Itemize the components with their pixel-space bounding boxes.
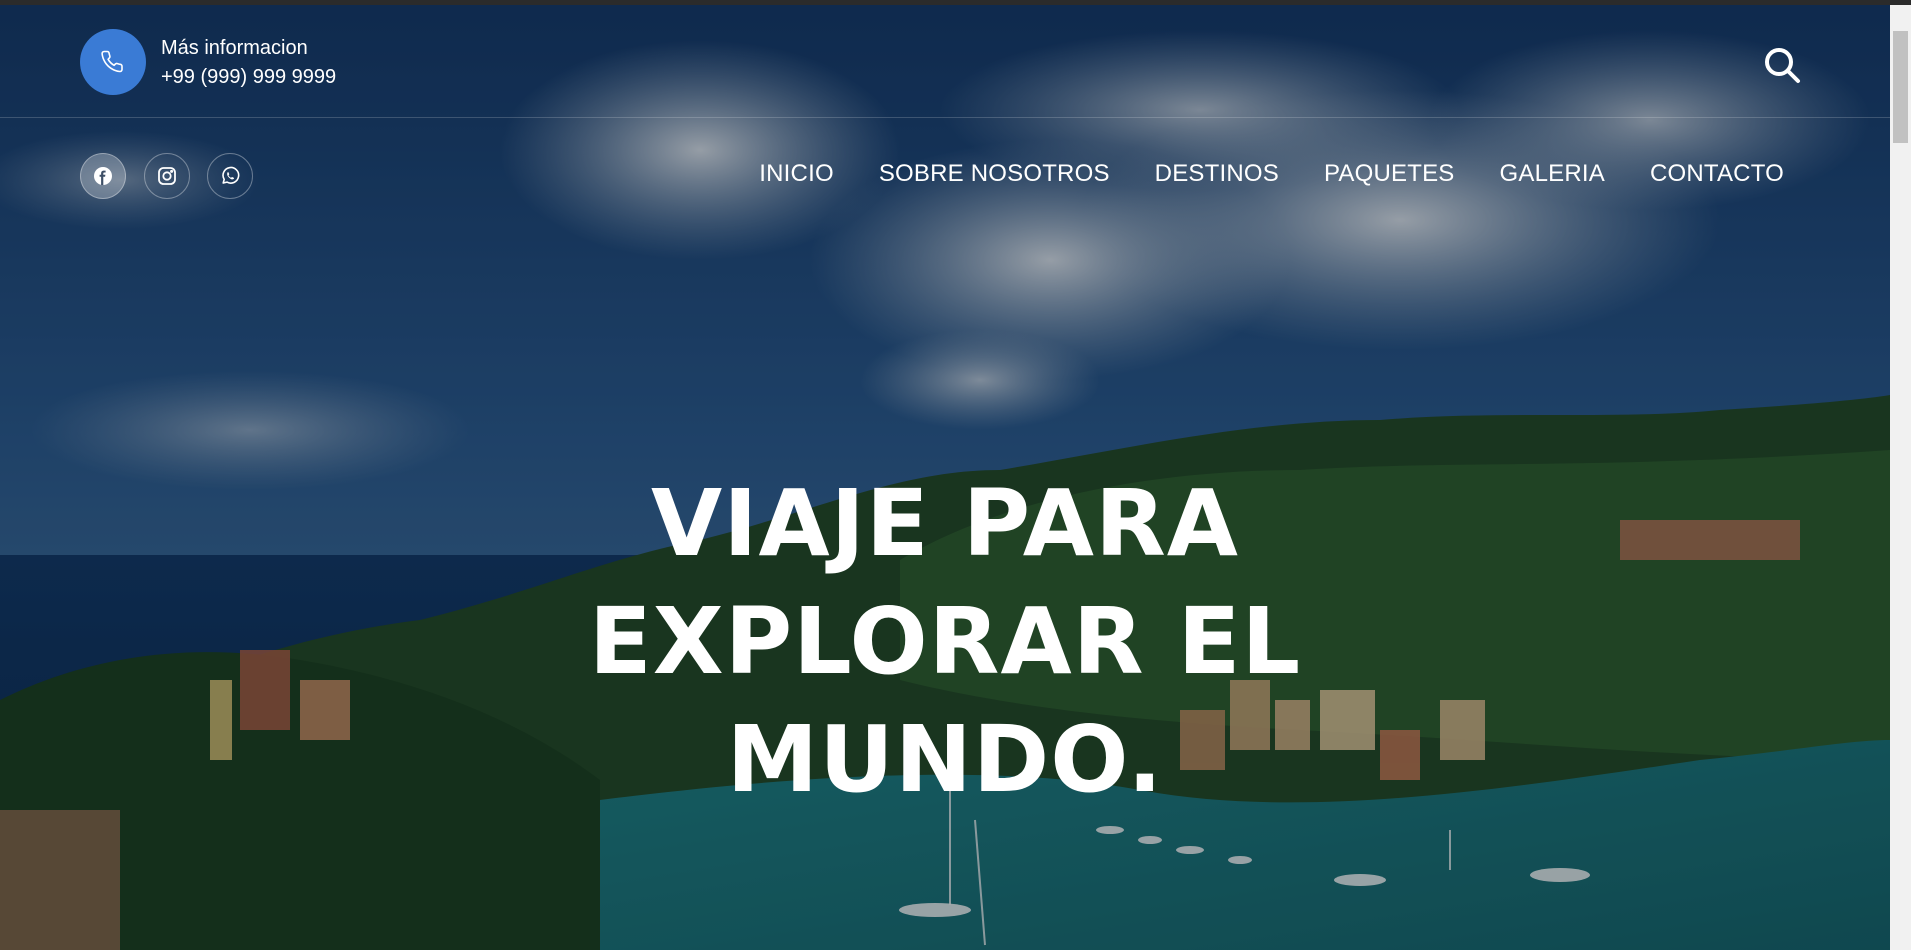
page: Más informacion +99 (999) 999 9999 INICI…: [0, 0, 1911, 950]
nav-item-destinos[interactable]: DESTINOS: [1155, 160, 1279, 188]
phone-icon[interactable]: [80, 29, 146, 95]
contact-label: Más informacion: [161, 37, 308, 59]
nav-item-sobre-nosotros[interactable]: SOBRE NOSOTROS: [879, 160, 1110, 188]
contact-info: Más informacion +99 (999) 999 9999: [161, 34, 336, 92]
whatsapp-icon[interactable]: [207, 153, 253, 199]
hero-title-line-2: EXPLORAR EL: [588, 588, 1302, 695]
main-navigation-row: INICIO SOBRE NOSOTROS DESTINOS PAQUETES …: [0, 118, 1890, 238]
nav-item-galeria[interactable]: GALERIA: [1500, 160, 1605, 188]
facebook-icon[interactable]: [80, 153, 126, 199]
header-top-bar: Más informacion +99 (999) 999 9999: [0, 5, 1890, 118]
scrollbar-thumb[interactable]: [1893, 31, 1908, 143]
browser-top-line: [0, 0, 1911, 5]
hero-title-line-1: VIAJE PARA: [651, 470, 1239, 577]
hero-title: VIAJE PARA EXPLORAR EL MUNDO.: [0, 465, 1890, 819]
nav-item-inicio[interactable]: INICIO: [759, 160, 834, 188]
contact-phone[interactable]: +99 (999) 999 9999: [161, 63, 336, 92]
nav-item-paquetes[interactable]: PAQUETES: [1324, 160, 1455, 188]
page-scrollbar[interactable]: [1890, 5, 1911, 950]
nav-item-contacto[interactable]: CONTACTO: [1650, 160, 1784, 188]
search-icon[interactable]: [1762, 45, 1802, 85]
instagram-icon[interactable]: [144, 153, 190, 199]
hero-title-line-3: MUNDO.: [726, 706, 1164, 813]
nav-menu: INICIO SOBRE NOSOTROS DESTINOS PAQUETES …: [759, 160, 1784, 188]
